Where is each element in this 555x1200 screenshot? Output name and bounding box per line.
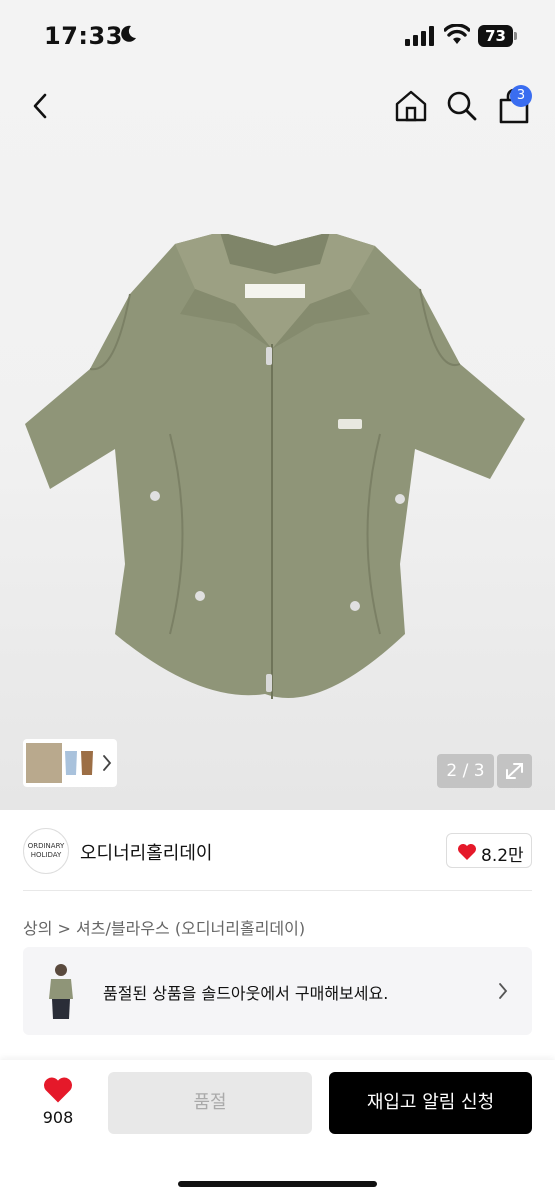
breadcrumb-brand[interactable]: (오디너리홀리데이): [175, 919, 305, 938]
breadcrumb: 상의 > 셔츠/블라우스 (오디너리홀리데이): [23, 915, 305, 939]
soldout-button: 품절: [108, 1072, 312, 1134]
breadcrumb-separator: >: [57, 919, 71, 938]
home-indicator: [178, 1181, 377, 1187]
breadcrumb-category[interactable]: 상의: [23, 919, 52, 938]
battery-cap: [514, 32, 517, 40]
brand-name[interactable]: 오디너리홀리데이: [80, 839, 212, 865]
thumbnail-blue-shirt[interactable]: [63, 747, 79, 779]
bottom-action-bar: 908 품절 재입고 알림 신청: [0, 1060, 555, 1200]
chevron-right-icon: [499, 983, 508, 999]
model-thumbnail: [49, 964, 73, 1019]
cart-count-badge: 3: [510, 85, 532, 107]
thumbnail-brown-shirt[interactable]: [79, 747, 95, 779]
search-icon[interactable]: [444, 88, 480, 124]
brand-logo-line1: ORDINARY: [27, 842, 65, 850]
divider: [23, 890, 532, 891]
wifi-icon: [444, 24, 470, 44]
soldout-banner-text: 품절된 상품을 솔드아웃에서 구매해보세요.: [103, 984, 389, 1003]
moon-icon: [121, 25, 136, 42]
image-counter: 2 / 3: [437, 754, 494, 788]
brand-logo[interactable]: ORDINARY HOLIDAY: [23, 828, 69, 874]
home-icon[interactable]: [393, 88, 429, 124]
breadcrumb-subcategory[interactable]: 셔츠/블라우스: [76, 919, 170, 938]
brand-like-button[interactable]: 8.2만: [446, 833, 532, 868]
product-gallery[interactable]: 3 2 / 3: [0, 64, 555, 810]
back-icon[interactable]: [24, 88, 60, 124]
thumbnail-model[interactable]: [26, 743, 62, 783]
status-bar: 17:33 73: [0, 0, 555, 64]
battery-indicator: 73: [478, 25, 518, 47]
product-image: [25, 234, 525, 699]
heart-icon: [44, 1077, 72, 1103]
chevron-right-icon[interactable]: [101, 753, 113, 773]
battery-level: 73: [478, 25, 513, 47]
wish-button[interactable]: 908: [30, 1072, 86, 1136]
wish-count: 908: [42, 1108, 74, 1127]
restock-alert-button[interactable]: 재입고 알림 신청: [329, 1072, 532, 1134]
heart-icon: [458, 844, 476, 860]
thumbnail-strip[interactable]: [23, 739, 117, 787]
status-time: 17:33: [44, 22, 123, 50]
brand-logo-line2: HOLIDAY: [30, 851, 62, 859]
signal-icon: [405, 26, 434, 46]
soldout-banner[interactable]: 품절된 상품을 솔드아웃에서 구매해보세요.: [23, 947, 532, 1035]
expand-icon[interactable]: [497, 754, 532, 788]
brand-like-count: 8.2만: [481, 846, 524, 866]
